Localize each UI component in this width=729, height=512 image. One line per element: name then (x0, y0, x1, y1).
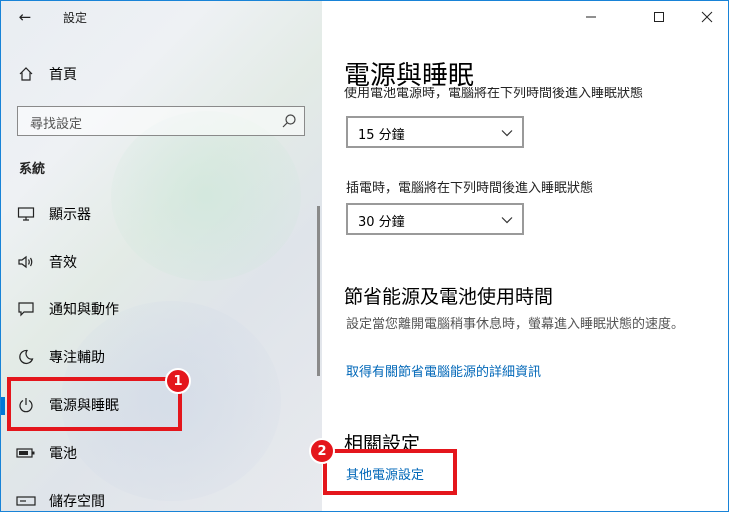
battery-icon (15, 442, 37, 464)
energy-info-link[interactable]: 取得有關節省電腦能源的詳細資訊 (346, 361, 541, 380)
speaker-icon (15, 251, 37, 273)
close-button[interactable] (684, 1, 728, 33)
sidebar-scrollbar[interactable] (317, 206, 320, 376)
saving-heading: 節省能源及電池使用時間 (344, 286, 554, 308)
app-title: 設定 (63, 11, 88, 25)
sidebar-item-notifications[interactable]: 通知與動作 (1, 289, 311, 329)
back-button[interactable]: ← (11, 5, 39, 29)
sidebar-item-label: 音效 (49, 255, 77, 271)
moon-icon (15, 346, 37, 368)
dropdown-value: 30 分鐘 (358, 215, 405, 230)
sidebar-item-focus-assist[interactable]: 專注輔助 (1, 337, 311, 377)
sidebar-item-label: 通知與動作 (49, 302, 119, 318)
annotation-badge-2: 2 (309, 438, 335, 464)
back-arrow-icon: ← (18, 8, 32, 26)
plugged-sleep-label: 插電時，電腦將在下列時間後進入睡眠狀態 (346, 181, 594, 196)
maximize-button[interactable] (636, 1, 682, 33)
annotation-box-2 (323, 449, 457, 495)
battery-sleep-label: 使用電池電源時，電腦將在下列時間後進入睡眠狀態 (344, 87, 644, 101)
minimize-icon (585, 8, 597, 27)
search-placeholder: 尋找設定 (30, 117, 83, 132)
selection-indicator (1, 397, 5, 415)
section-label: 系統 (19, 162, 46, 177)
sidebar-item-battery[interactable]: 電池 (1, 433, 311, 473)
saving-description: 設定當您離開電腦稍事休息時，螢幕進入睡眠狀態的速度。 (346, 317, 685, 332)
close-icon (701, 8, 713, 27)
annotation-box-1 (7, 377, 182, 431)
chevron-down-icon (500, 212, 514, 226)
settings-window: ← 設定 首頁 尋找設定 系統 顯示器 音效 通知與動作 專注輔助 電源與睡眠 … (0, 0, 729, 512)
sidebar-item-label: 電池 (49, 446, 77, 462)
chevron-down-icon (500, 125, 514, 139)
dropdown-value: 15 分鐘 (358, 128, 405, 143)
sidebar-item-home[interactable]: 首頁 (1, 54, 311, 94)
minimize-button[interactable] (568, 1, 614, 33)
home-icon (15, 63, 37, 85)
sidebar-item-label: 顯示器 (49, 207, 91, 223)
storage-icon (15, 490, 37, 511)
sidebar-item-sound[interactable]: 音效 (1, 242, 311, 282)
sidebar-item-display[interactable]: 顯示器 (1, 194, 311, 234)
maximize-icon (653, 8, 665, 27)
title-bar-left: ← 設定 (1, 1, 322, 33)
annotation-badge-1: 1 (165, 368, 191, 394)
search-icon (280, 112, 298, 130)
monitor-icon (15, 203, 37, 225)
plugged-sleep-dropdown[interactable]: 30 分鐘 (346, 203, 524, 235)
notification-icon (15, 298, 37, 320)
sidebar-item-label: 專注輔助 (49, 350, 105, 366)
search-input[interactable]: 尋找設定 (17, 106, 305, 136)
sidebar-item-label: 儲存空間 (49, 494, 105, 510)
sidebar-item-storage[interactable]: 儲存空間 (1, 481, 311, 511)
sidebar: ← 設定 首頁 尋找設定 系統 顯示器 音效 通知與動作 專注輔助 電源與睡眠 … (1, 1, 322, 511)
content-pane: 電源與睡眠 使用電池電源時，電腦將在下列時間後進入睡眠狀態 15 分鐘 插電時，… (322, 1, 728, 511)
battery-sleep-dropdown[interactable]: 15 分鐘 (346, 116, 524, 148)
sidebar-item-label: 首頁 (49, 67, 77, 83)
